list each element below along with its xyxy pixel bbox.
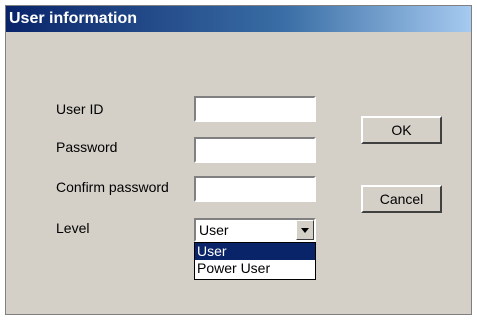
ok-button[interactable]: OK [361, 116, 442, 144]
level-selected-value: User [199, 222, 229, 238]
user-id-label: User ID [56, 101, 104, 117]
level-dropdown-list: User Power User [194, 242, 316, 280]
level-label: Level [56, 220, 90, 236]
cancel-button[interactable]: Cancel [361, 185, 442, 213]
title-bar[interactable]: User information [6, 6, 471, 32]
user-information-dialog: User information User ID Password Confir… [5, 5, 472, 315]
user-id-field[interactable] [194, 96, 316, 122]
password-label: Password [56, 139, 118, 155]
level-option-user[interactable]: User [195, 243, 315, 260]
confirm-password-label: Confirm password [56, 179, 169, 195]
confirm-password-field[interactable] [194, 176, 316, 202]
window-title: User information [9, 10, 138, 27]
chevron-down-icon [301, 227, 309, 233]
level-option-power-user[interactable]: Power User [195, 260, 315, 277]
level-dropdown-button[interactable] [296, 220, 314, 240]
level-select[interactable]: User [194, 218, 316, 242]
password-field[interactable] [194, 137, 316, 163]
